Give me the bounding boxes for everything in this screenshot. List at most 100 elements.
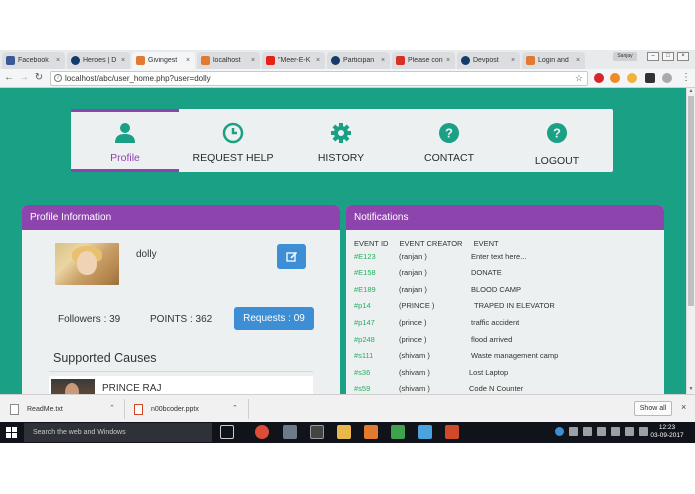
browser-tab[interactable]: Participan × [327,52,390,69]
nav-profile[interactable]: Profile [71,109,179,172]
event-name: Waste management camp [471,351,559,360]
event-name: traffic accident [471,318,520,327]
app-icon[interactable] [364,425,378,439]
extension-icon[interactable] [610,73,620,83]
close-icon[interactable]: × [574,57,582,64]
profile-chip[interactable]: Sanjay [613,52,637,61]
keyboard-icon[interactable] [625,427,634,436]
scroll-down-icon[interactable]: ▼ [687,386,695,394]
site-icon [331,56,340,65]
scrollbar-thumb[interactable] [688,96,694,306]
close-icon[interactable]: × [314,57,322,64]
requests-button[interactable]: Requests : 09 [234,307,314,330]
app-icon[interactable] [310,425,324,439]
volume-icon[interactable] [611,427,620,436]
forward-icon[interactable]: → [18,72,30,84]
chevron-up-icon[interactable]: ⌃ [109,404,115,412]
notification-icon[interactable] [639,427,648,436]
event-name: DONATE [471,268,502,277]
bookmark-star-icon[interactable]: ☆ [575,72,583,85]
app-icon[interactable] [418,425,432,439]
opera-extension-icon[interactable] [594,73,604,83]
nav-logout[interactable]: ? LOGOUT [503,109,611,172]
new-tab-button[interactable] [587,52,607,69]
event-id[interactable]: #p248 [354,335,375,344]
event-id[interactable]: #E189 [354,285,376,294]
event-creator: (shivam ) [399,368,430,377]
nav-request-help[interactable]: REQUEST HELP [179,109,287,172]
event-id[interactable]: #E123 [354,252,376,261]
event-id[interactable]: #E158 [354,268,376,277]
back-icon[interactable]: ← [3,72,15,84]
tab-label: Login and [538,57,569,64]
show-all-button[interactable]: Show all [634,401,672,416]
cause-item[interactable]: PRINCE RAJ ❤ [49,376,313,394]
close-icon[interactable]: × [249,57,257,64]
close-icon[interactable]: × [119,57,127,64]
edit-profile-button[interactable] [277,244,306,269]
taskbar-clock[interactable]: 12:23 03-09-2017 [648,424,686,440]
browser-tab[interactable]: Facebook × [2,52,65,69]
page-scrollbar[interactable]: ▲ ▼ [686,88,695,394]
tab-label: Devpost [473,57,499,64]
tab-label: localhost [213,57,241,64]
info-icon[interactable]: i [54,74,62,82]
nav-contact[interactable]: ? CONTACT [395,109,503,172]
download-item[interactable]: ReadMe.txt [10,400,63,418]
event-creator: (ranjan ) [399,268,427,277]
extension-icon[interactable] [662,73,672,83]
taskbar-search[interactable]: Search the web and Windows [24,423,212,442]
user-icon [113,121,137,145]
cause-name: PRINCE RAJ [102,383,162,394]
battery-icon[interactable] [583,427,592,436]
help-icon[interactable] [555,427,564,436]
tab-label: Heroes | D [83,57,117,64]
browser-tab[interactable]: Please con × [392,52,455,69]
network-icon[interactable] [597,427,606,436]
close-icon[interactable]: × [444,57,452,64]
event-name: TRAPED IN ELEVATOR [474,301,555,310]
url-text: localhost/abc/user_home.php?user=dolly [65,74,211,83]
event-id[interactable]: #s59 [354,384,370,393]
app-icon[interactable] [283,425,297,439]
extension-icon[interactable] [645,73,655,83]
site-icon [201,56,210,65]
nav-history[interactable]: HISTORY [287,109,395,172]
windows-start-icon[interactable] [6,427,17,438]
scroll-up-icon[interactable]: ▲ [687,88,695,96]
browser-tab[interactable]: Heroes | D × [67,52,130,69]
powerpoint-icon[interactable] [445,425,459,439]
event-creator: (shivam ) [399,384,430,393]
chevron-up-icon[interactable]: ⌃ [232,404,238,412]
question-icon: ? [437,121,461,145]
task-view-icon[interactable] [220,425,234,439]
close-icon[interactable]: × [379,57,387,64]
download-item[interactable]: n00bcoder.pptx [134,400,199,418]
menu-icon[interactable]: ⋮ [680,72,692,84]
close-icon[interactable]: × [509,57,517,64]
app-icon[interactable] [391,425,405,439]
event-id[interactable]: #s36 [354,368,370,377]
reload-icon[interactable]: ↻ [33,72,45,84]
close-icon[interactable]: × [54,57,62,64]
browser-tab[interactable]: "Meer-E-K × [262,52,325,69]
close-window-button[interactable]: × [677,52,689,61]
browser-tab[interactable]: Devpost × [457,52,520,69]
browser-tab[interactable]: localhost × [197,52,260,69]
browser-tab-active[interactable]: Givingest × [132,52,195,69]
event-id[interactable]: #p14 [354,301,371,310]
event-id[interactable]: #s111 [354,351,373,360]
address-bar[interactable]: i localhost/abc/user_home.php?user=dolly… [50,71,588,86]
clock-date: 03-09-2017 [650,432,684,439]
extension-icon[interactable] [627,73,637,83]
close-icon[interactable]: × [681,402,686,412]
chrome-icon[interactable] [255,425,269,439]
minimize-button[interactable]: – [647,52,659,61]
folder-icon[interactable] [337,425,351,439]
maximize-button[interactable]: □ [662,52,674,61]
nav-label: CONTACT [424,152,474,164]
event-id[interactable]: #p147 [354,318,375,327]
browser-tab[interactable]: Login and × [522,52,585,69]
close-icon[interactable]: × [184,57,192,64]
chevron-up-icon[interactable] [569,427,578,436]
